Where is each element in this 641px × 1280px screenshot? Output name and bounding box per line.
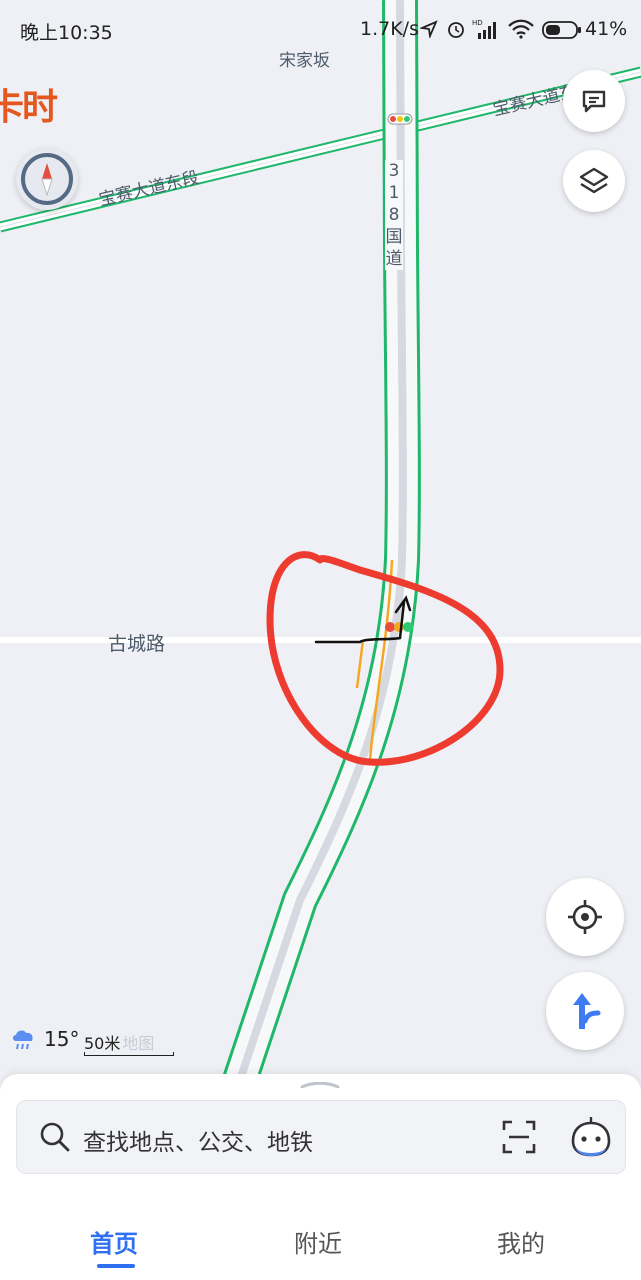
wifi-icon	[508, 19, 534, 39]
alarm-icon	[448, 22, 464, 38]
search-bar[interactable]: 查找地点、公交、地铁	[16, 1100, 626, 1174]
search-input[interactable]: 查找地点、公交、地铁	[83, 1123, 313, 1157]
tab-mine[interactable]: 我的	[497, 1224, 545, 1259]
map-watermark: 地图	[122, 1034, 155, 1053]
status-time: 晚上10:35	[20, 22, 113, 44]
locate-icon	[568, 900, 602, 934]
route-button[interactable]	[546, 972, 624, 1050]
tab-home-indicator	[97, 1264, 135, 1268]
sheet-handle-icon[interactable]	[300, 1082, 340, 1088]
bottom-nav: 首页 附近 我的	[0, 1198, 641, 1280]
scale-label: 50米	[84, 1034, 121, 1053]
status-network-speed: 1.7K/s	[360, 18, 419, 40]
message-button[interactable]	[563, 70, 625, 132]
traffic-light-icon	[387, 113, 413, 125]
map-banner-text: 卡时	[0, 87, 58, 128]
tab-home[interactable]: 首页	[90, 1224, 138, 1259]
assistant-avatar-icon[interactable]	[569, 1115, 613, 1159]
map-label-gucheng: 古城路	[108, 633, 166, 655]
status-bar: 晚上10:35 1.7K/s HD 41%	[0, 0, 641, 60]
message-icon	[582, 90, 606, 113]
compass-icon	[21, 153, 73, 205]
weather-widget[interactable]: 15°	[10, 1025, 79, 1053]
battery-icon	[542, 21, 581, 39]
tab-nearby[interactable]: 附近	[294, 1224, 342, 1259]
rain-cloud-icon	[13, 1030, 33, 1050]
compass-button[interactable]	[16, 148, 78, 210]
svg-text:HD: HD	[472, 19, 483, 27]
scan-icon[interactable]	[501, 1119, 537, 1155]
map-scale: 50米 地图	[84, 1030, 154, 1054]
hd-signal-icon: HD	[472, 19, 496, 39]
layers-icon	[579, 167, 609, 194]
map-label-highway: 318国道	[385, 160, 403, 270]
search-icon	[40, 1122, 70, 1152]
scale-bar	[84, 1052, 174, 1056]
intersection-traffic-icon	[385, 622, 413, 632]
locate-button[interactable]	[546, 878, 624, 956]
layers-button[interactable]	[563, 150, 625, 212]
location-arrow-icon	[420, 20, 438, 38]
route-icon	[573, 993, 601, 1029]
status-battery-percent: 41%	[585, 18, 628, 40]
weather-temperature: 15°	[44, 1027, 80, 1051]
